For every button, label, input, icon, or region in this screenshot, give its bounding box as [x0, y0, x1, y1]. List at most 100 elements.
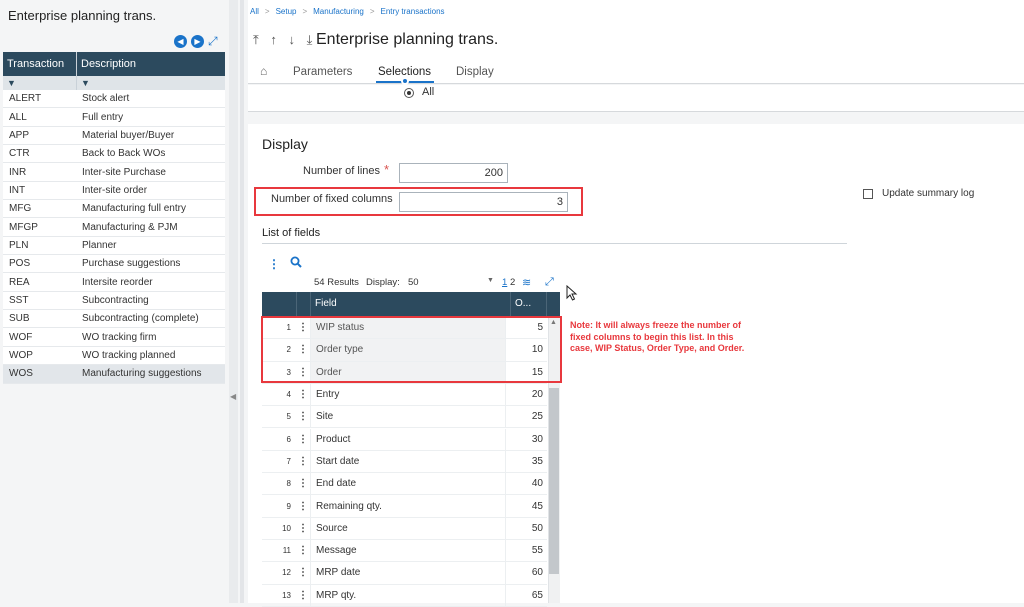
required-asterisk: *	[384, 162, 390, 177]
field-cell[interactable]: Site	[310, 406, 506, 428]
transaction-description: Manufacturing suggestions	[82, 368, 202, 380]
update-summary-checkbox[interactable]	[863, 189, 873, 199]
order-cell[interactable]: 40	[506, 478, 547, 489]
transaction-row[interactable]: MFG Manufacturing full entry	[3, 200, 225, 219]
row-actions-icon[interactable]: ⋮	[296, 411, 310, 422]
transaction-row[interactable]: ALL Full entry	[3, 108, 225, 127]
transaction-row[interactable]: INR Inter-site Purchase	[3, 163, 225, 182]
row-actions-icon[interactable]: ⋮	[296, 478, 310, 489]
chevron-left-circle-icon[interactable]: ◀	[174, 35, 187, 48]
layers-icon[interactable]: ≋	[522, 276, 531, 289]
home-icon[interactable]: ⌂	[260, 64, 267, 78]
row-actions-icon[interactable]: ⋮	[296, 545, 310, 556]
row-actions-icon[interactable]: ⋮	[296, 434, 310, 445]
breadcrumb-manufacturing[interactable]: Manufacturing	[313, 7, 364, 16]
row-actions-icon[interactable]: ⋮	[296, 523, 310, 534]
fixed-columns-input[interactable]: 3	[399, 192, 568, 212]
row-actions-icon[interactable]: ⋮	[296, 590, 310, 601]
mouse-cursor-icon	[566, 285, 578, 301]
search-icon[interactable]	[290, 256, 302, 268]
tab-display[interactable]: Display	[456, 66, 494, 78]
row-actions-icon[interactable]: ⋮	[296, 456, 310, 467]
tab-parameters[interactable]: Parameters	[293, 66, 352, 78]
column-transaction[interactable]: Transaction	[3, 52, 77, 76]
field-cell[interactable]: MRP date	[310, 562, 506, 584]
record-navigation-arrows[interactable]: ⤒ ↑ ↓ ⤓	[253, 32, 316, 48]
order-cell[interactable]: 35	[506, 456, 547, 467]
field-cell[interactable]: Product	[310, 428, 506, 450]
transaction-row[interactable]: ALERT Stock alert	[3, 90, 225, 109]
transaction-row[interactable]: SUB Subcontracting (complete)	[3, 310, 225, 329]
order-cell[interactable]: 50	[506, 523, 547, 534]
row-actions-icon[interactable]: ⋮	[296, 567, 310, 578]
transaction-row[interactable]: SST Subcontracting	[3, 291, 225, 311]
field-cell[interactable]: Start date	[310, 450, 506, 473]
column-description[interactable]: Description	[77, 52, 225, 76]
transaction-row[interactable]: WOP WO tracking planned	[3, 346, 225, 366]
column-field[interactable]: Field	[315, 298, 337, 309]
grid-row[interactable]: 10 ⋮ Source 50	[262, 517, 547, 540]
page-1-link[interactable]: 1	[502, 277, 507, 288]
order-cell[interactable]: 20	[506, 389, 547, 400]
filter-icon[interactable]: ▼	[3, 76, 77, 90]
expand-icon[interactable]: ⤢	[545, 276, 554, 289]
radio-all[interactable]	[404, 88, 414, 98]
transaction-code: POS	[9, 258, 31, 270]
grid-row[interactable]: 13 ⋮ MRP qty. 65	[262, 584, 547, 607]
field-cell[interactable]: End date	[310, 473, 506, 495]
display-count-select[interactable]: 50	[408, 277, 419, 288]
row-actions-icon[interactable]: ⋮	[296, 501, 310, 512]
collapse-panel-icon[interactable]: ◀	[230, 392, 236, 401]
field-cell[interactable]: Source	[310, 517, 506, 539]
grid-row[interactable]: 7 ⋮ Start date 35	[262, 450, 547, 474]
transaction-row[interactable]: WOS Manufacturing suggestions	[3, 365, 225, 384]
grid-row[interactable]: 8 ⋮ End date 40	[262, 473, 547, 496]
grid-row[interactable]: 4 ⋮ Entry 20	[262, 383, 547, 407]
row-actions-icon[interactable]: ⋮	[296, 389, 310, 400]
page-2-link[interactable]: 2	[510, 277, 515, 288]
order-cell[interactable]: 55	[506, 545, 547, 556]
row-number: 9	[286, 501, 291, 511]
breadcrumb-entry-transactions[interactable]: Entry transactions	[381, 7, 445, 16]
order-cell[interactable]: 25	[506, 411, 547, 422]
order-cell[interactable]: 60	[506, 567, 547, 578]
transaction-description: Back to Back WOs	[82, 148, 166, 160]
transaction-code: SST	[9, 294, 29, 306]
column-order[interactable]: O...	[515, 298, 531, 309]
panel-divider[interactable]	[240, 0, 244, 603]
field-cell[interactable]: Message	[310, 540, 506, 562]
transaction-row[interactable]: REA Intersite reorder	[3, 273, 225, 292]
expand-icon[interactable]: ⤢	[208, 35, 218, 48]
filter-icon[interactable]: ▼	[77, 76, 225, 90]
order-cell[interactable]: 45	[506, 501, 547, 512]
transaction-row[interactable]: APP Material buyer/Buyer	[3, 126, 225, 146]
caret-down-icon[interactable]: ▼	[487, 277, 494, 284]
transaction-row[interactable]: PLN Planner	[3, 236, 225, 256]
order-cell[interactable]: 30	[506, 434, 547, 445]
order-cell[interactable]: 65	[506, 590, 547, 601]
transaction-row[interactable]: WOF WO tracking firm	[3, 328, 225, 347]
field-cell[interactable]: Remaining qty.	[310, 495, 506, 517]
row-number: 10	[282, 523, 291, 533]
breadcrumb-all[interactable]: All	[250, 7, 259, 16]
transaction-code: WOS	[9, 368, 33, 380]
transaction-row[interactable]: MFGP Manufacturing & PJM	[3, 218, 225, 237]
breadcrumb-setup[interactable]: Setup	[276, 7, 297, 16]
grid-row[interactable]: 9 ⋮ Remaining qty. 45	[262, 495, 547, 518]
transaction-row[interactable]: CTR Back to Back WOs	[3, 145, 225, 164]
grid-row[interactable]: 5 ⋮ Site 25	[262, 406, 547, 429]
grid-row[interactable]: 12 ⋮ MRP date 60	[262, 562, 547, 585]
transaction-code: MFGP	[9, 221, 38, 233]
transaction-row[interactable]: POS Purchase suggestions	[3, 255, 225, 274]
grid-row[interactable]: 11 ⋮ Message 55	[262, 540, 547, 563]
transaction-description: Stock alert	[82, 93, 130, 105]
grid-scroll-thumb[interactable]	[549, 388, 559, 574]
left-panel-scrollbar[interactable]	[229, 0, 238, 603]
more-vertical-icon[interactable]: ⋮	[268, 257, 280, 271]
field-cell[interactable]: Entry	[310, 383, 506, 406]
transaction-rows: ALERT Stock alert ALL Full entry APP Material…	[3, 90, 225, 384]
transaction-row[interactable]: INT Inter-site order	[3, 181, 225, 201]
number-of-lines-input[interactable]: 200	[399, 163, 508, 183]
chevron-right-circle-icon[interactable]: ▶	[191, 35, 204, 48]
grid-row[interactable]: 6 ⋮ Product 30	[262, 428, 547, 451]
